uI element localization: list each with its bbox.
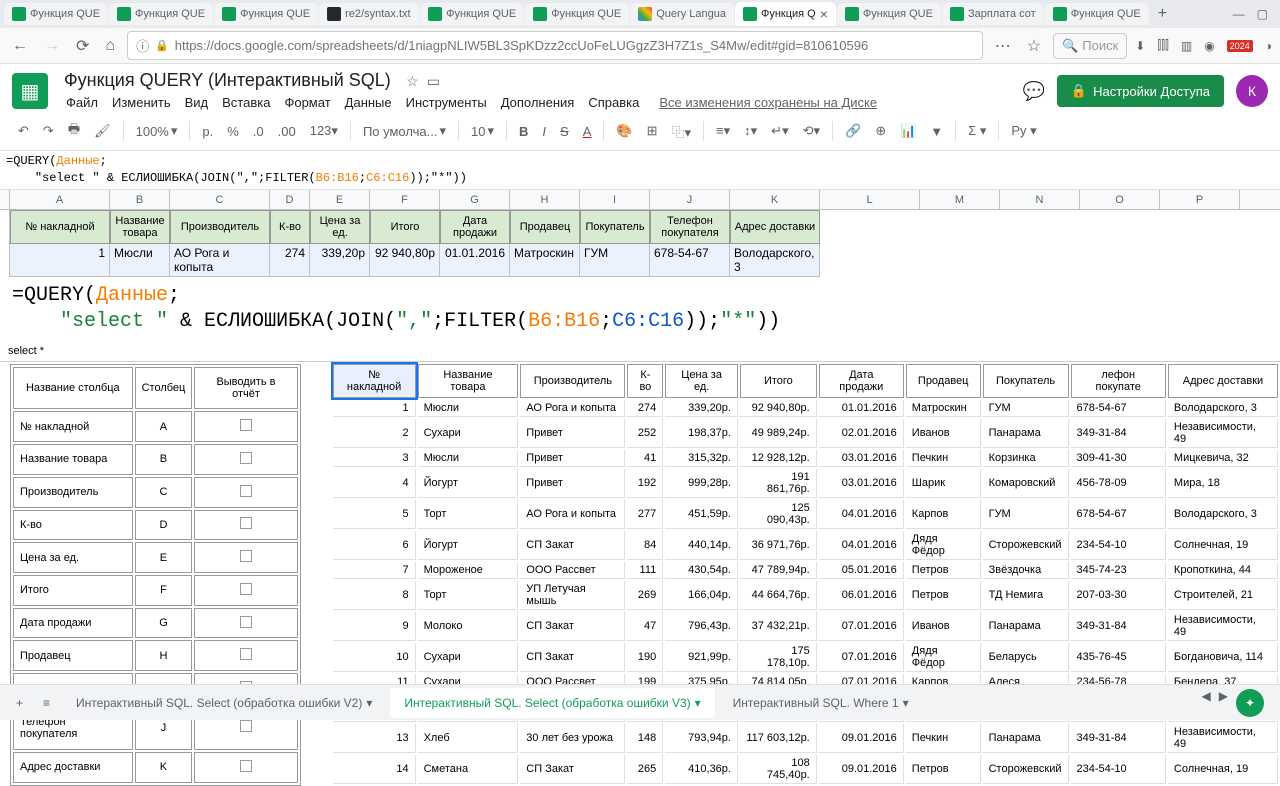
search-icon: 🔍 [1062, 38, 1078, 54]
close-icon[interactable]: × [820, 6, 828, 22]
redo-button[interactable]: ↷ [37, 119, 60, 143]
browser-tabs: Функция QUE Функция QUE Функция QUE re2/… [0, 0, 1280, 28]
font-size[interactable]: 10 ▾ [465, 119, 500, 143]
browser-tab[interactable]: Функция QUE [4, 3, 108, 25]
functions-button[interactable]: Σ ▾ [962, 119, 992, 143]
url-input[interactable]: ⓘ 🔒 https://docs.google.com/spreadsheets… [127, 31, 983, 60]
undo-button[interactable]: ↶ [12, 119, 35, 143]
library-icon[interactable]: ⫿⫿⫿ [1157, 38, 1169, 53]
menu-bar: Файл Изменить Вид Вставка Формат Данные … [60, 91, 1010, 112]
browser-tab[interactable]: Зарплата сот [942, 3, 1044, 25]
menu-tools[interactable]: Инструменты [400, 93, 493, 112]
filter-button[interactable]: ▼ [924, 120, 949, 143]
browser-tab[interactable]: Функция QUE [109, 3, 213, 25]
sheet-tabs-bar: + ≡ Интерактивный SQL. Select (обработка… [0, 684, 1280, 720]
more-formats[interactable]: 123▾ [304, 119, 344, 143]
chart-button[interactable]: 📊 [894, 119, 922, 143]
menu-format[interactable]: Формат [278, 93, 336, 112]
valign-button[interactable]: ↕▾ [738, 119, 763, 143]
extension-icon[interactable]: ◑ [1265, 39, 1272, 53]
print-button[interactable]: 🖶 [62, 116, 86, 146]
browser-tab[interactable]: Query Langua [630, 3, 734, 25]
bold-button[interactable]: B [513, 120, 534, 143]
avatar[interactable]: К [1236, 75, 1268, 107]
zoom-select[interactable]: 100% ▾ [130, 119, 184, 143]
align-button[interactable]: ≡▾ [710, 119, 736, 143]
shield-icon: ⓘ [136, 36, 149, 55]
menu-addons[interactable]: Дополнения [495, 93, 581, 112]
scroll-right-icon[interactable]: ▶ [1219, 689, 1228, 717]
strike-button[interactable]: S [554, 120, 575, 143]
maximize-icon[interactable]: ▢ [1257, 7, 1268, 21]
account-icon[interactable]: ◉ [1204, 39, 1214, 53]
browser-tab[interactable]: Функция QUE [525, 3, 629, 25]
font-select[interactable]: По умолча... ▾ [357, 119, 452, 143]
wrap-button[interactable]: ↵▾ [765, 119, 794, 143]
download-icon[interactable]: ⬇ [1135, 39, 1145, 53]
document-title[interactable]: Функция QUERY (Интерактивный SQL) [60, 68, 395, 92]
new-tab-button[interactable]: + [1150, 5, 1175, 23]
explore-button[interactable]: ✦ [1236, 689, 1264, 717]
menu-file[interactable]: Файл [60, 93, 104, 112]
rotate-button[interactable]: ⟲▾ [797, 119, 826, 143]
document-header: ▦ Функция QUERY (Интерактивный SQL) ☆ ▭ Ф… [0, 64, 1280, 112]
menu-insert[interactable]: Вставка [216, 93, 276, 112]
toolbar: ↶ ↷ 🖶 🖌 100% ▾ p. % .0 .00 123▾ По умолч… [0, 112, 1280, 151]
increase-decimal[interactable]: .00 [272, 120, 302, 143]
browser-tab[interactable]: Функция QUE [420, 3, 524, 25]
menu-help[interactable]: Справка [582, 93, 645, 112]
reload-button[interactable]: ⟳ [72, 34, 93, 58]
search-input[interactable]: 🔍Поиск [1053, 33, 1127, 59]
menu-view[interactable]: Вид [179, 93, 215, 112]
home-button[interactable]: ⌂ [101, 35, 119, 57]
formula-overlay: =QUERY(Данные; "select " & ЕСЛИОШИБКА(JO… [0, 277, 1280, 341]
star-icon[interactable]: ☆ [406, 73, 419, 90]
browser-tab[interactable]: Функция QUE [1045, 3, 1149, 25]
add-sheet-button[interactable]: + [8, 692, 31, 714]
formula-bar[interactable]: =QUERY(Данные; "select " & ЕСЛИОШИБКА(JO… [0, 151, 1280, 190]
save-status[interactable]: Все изменения сохранены на Диске [653, 93, 883, 112]
menu-edit[interactable]: Изменить [106, 93, 177, 112]
merge-button[interactable]: ⿻▾ [665, 118, 697, 145]
bookmark-icon[interactable]: ☆ [1023, 34, 1045, 58]
browser-tab-active[interactable]: Функция Q× [735, 2, 836, 26]
comments-icon[interactable]: 💬 [1022, 81, 1044, 102]
lock-icon: 🔒 [155, 39, 169, 52]
minimize-icon[interactable]: — [1233, 7, 1245, 21]
decrease-decimal[interactable]: .0 [247, 120, 270, 143]
paint-format-button[interactable]: 🖌 [88, 119, 117, 143]
text-color-button[interactable]: A [577, 120, 598, 143]
link-button[interactable]: 🔗 [839, 119, 867, 143]
back-button[interactable]: ← [8, 35, 32, 57]
config-table[interactable]: Название столбцаСтолбецВыводить в отчёт … [10, 364, 301, 786]
result-table[interactable]: № накладнойНазвание товараПроизводительК… [331, 362, 1280, 786]
browser-tab[interactable]: re2/syntax.txt [319, 3, 419, 25]
browser-tab[interactable]: Функция QUE [837, 3, 941, 25]
scroll-left-icon[interactable]: ◀ [1202, 689, 1211, 717]
italic-button[interactable]: I [536, 120, 552, 143]
fill-color-button[interactable]: 🎨 [610, 119, 638, 143]
forward-button[interactable]: → [40, 35, 64, 57]
format-currency[interactable]: p. [196, 120, 219, 143]
borders-button[interactable]: ⊞ [641, 119, 664, 143]
sheet-tab[interactable]: Интерактивный SQL. Where 1 ▾ [719, 688, 923, 718]
menu-data[interactable]: Данные [339, 93, 398, 112]
script-button[interactable]: Py ▾ [1005, 119, 1042, 143]
format-percent[interactable]: % [221, 120, 245, 143]
sheet-tab-active[interactable]: Интерактивный SQL. Select (обработка оши… [390, 688, 714, 718]
sheets-logo[interactable]: ▦ [12, 73, 48, 109]
folder-icon[interactable]: ▭ [427, 73, 440, 90]
all-sheets-button[interactable]: ≡ [35, 692, 58, 714]
lock-icon: 🔒 [1071, 83, 1087, 99]
select-label: select * [0, 341, 1280, 362]
share-button[interactable]: 🔒Настройки Доступа [1057, 75, 1224, 107]
comment-button[interactable]: ⊕ [869, 119, 892, 143]
sidebar-icon[interactable]: ▥ [1181, 39, 1192, 53]
page-actions-icon[interactable]: ⋯ [991, 34, 1015, 58]
sheet-tab[interactable]: Интерактивный SQL. Select (обработка оши… [62, 688, 386, 718]
address-bar: ← → ⟳ ⌂ ⓘ 🔒 https://docs.google.com/spre… [0, 28, 1280, 64]
year-badge: 2024 [1227, 40, 1253, 52]
browser-tab[interactable]: Функция QUE [214, 3, 318, 25]
